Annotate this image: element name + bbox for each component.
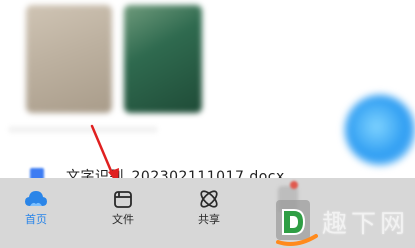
tab-label: 共享 <box>198 213 220 226</box>
image-thumbnail[interactable] <box>124 5 202 113</box>
folder-icon <box>114 191 132 208</box>
watermark-logo-icon <box>276 200 318 246</box>
file-content-area: 文字识别_202302111017.docx <box>0 0 415 178</box>
notification-dot <box>290 181 298 189</box>
tab-share[interactable]: 共享 <box>174 178 244 238</box>
image-thumbnail[interactable] <box>26 5 112 113</box>
share-icon <box>200 190 218 208</box>
tab-label: 文件 <box>112 213 134 226</box>
site-watermark: 趣下网 <box>270 198 415 248</box>
cloud-icon <box>25 191 47 206</box>
blurred-caption <box>8 126 158 133</box>
annotation-arrow-icon <box>90 124 119 178</box>
tab-files[interactable]: 文件 <box>88 178 158 238</box>
document-icon <box>30 168 44 178</box>
tab-label: 首页 <box>25 213 47 226</box>
tab-home[interactable]: 首页 <box>1 178 71 238</box>
file-list-item[interactable]: 文字识别_202302111017.docx <box>0 165 415 178</box>
watermark-text: 趣下网 <box>322 209 410 238</box>
floating-action-button[interactable] <box>345 95 415 165</box>
